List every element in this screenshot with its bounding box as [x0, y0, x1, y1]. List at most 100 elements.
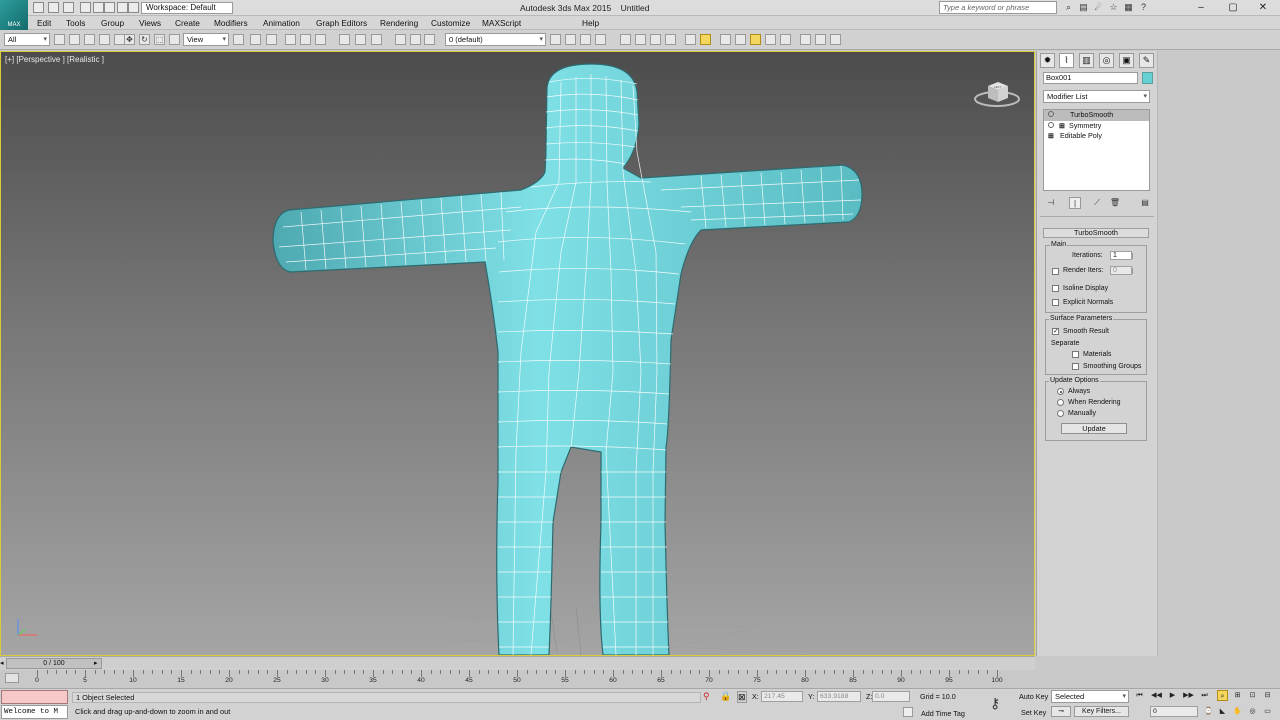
favorites-icon[interactable]: ☆	[1108, 2, 1119, 13]
set-keys-icon[interactable]: ⊸	[1051, 706, 1071, 717]
previous-frame-icon[interactable]: ◀◀	[1151, 690, 1162, 701]
current-frame-field[interactable]: 0	[1150, 706, 1198, 717]
select-link-icon[interactable]	[54, 34, 65, 45]
align-icon[interactable]	[395, 34, 406, 45]
zoom-all-icon[interactable]: ⊞	[1232, 690, 1243, 701]
play-icon[interactable]: ▶	[1167, 690, 1178, 701]
help-icon[interactable]: ?	[1138, 2, 1149, 13]
time-slider-left-arrow[interactable]: ◂	[0, 659, 4, 667]
hierarchy-tab-icon[interactable]: ▥	[1079, 53, 1094, 68]
redo-icon[interactable]	[104, 2, 115, 13]
pin-stack-icon[interactable]: ⊣	[1045, 197, 1057, 209]
maxscript-listener-top[interactable]	[1, 690, 68, 704]
percent-snap-icon[interactable]	[315, 34, 326, 45]
next-frame-icon[interactable]: ▶▶	[1183, 690, 1194, 701]
remove-modifier-icon[interactable]: 🗑	[1109, 197, 1121, 209]
undo-dropdown-icon[interactable]	[93, 2, 104, 13]
create-tab-icon[interactable]: ✹	[1040, 53, 1055, 68]
layer-manager-icon[interactable]	[410, 34, 421, 45]
iterations-spinner[interactable]: 1	[1110, 251, 1133, 260]
undo-icon[interactable]	[80, 2, 91, 13]
selection-tools-icon[interactable]	[750, 34, 761, 45]
smoothing-groups-checkbox[interactable]	[1072, 363, 1079, 370]
isoline-display-checkbox[interactable]	[1052, 285, 1059, 292]
communication-icon[interactable]: ☄	[1093, 2, 1104, 13]
orbit-icon[interactable]: ◎	[1247, 706, 1258, 717]
update-button[interactable]: Update	[1061, 423, 1127, 434]
manually-radio[interactable]	[1057, 410, 1064, 417]
stack-item-symmetry[interactable]: ⊞ Symmetry	[1044, 121, 1149, 132]
search-input[interactable]: Type a keyword or phrase	[939, 1, 1057, 14]
key-mode-dropdown[interactable]: Selected	[1051, 690, 1129, 703]
set-current-layer-icon[interactable]	[595, 34, 606, 45]
stack-item-editable-poly[interactable]: ⊞ Editable Poly	[1044, 131, 1149, 142]
go-to-start-icon[interactable]: ⏮	[1134, 690, 1145, 701]
open-file-icon[interactable]	[48, 2, 59, 13]
selection-lock-icon[interactable]: 🔒	[720, 691, 731, 703]
subscription-icon[interactable]: ▤	[1078, 2, 1089, 13]
utilities-tab-icon[interactable]: ✎	[1139, 53, 1154, 68]
lightbulb-icon[interactable]	[1048, 111, 1054, 117]
menu-views[interactable]: Views	[139, 17, 161, 29]
menu-rendering[interactable]: Rendering	[380, 17, 418, 29]
angle-snap-icon[interactable]	[300, 34, 311, 45]
mini-curve-editor-icon[interactable]	[5, 673, 19, 683]
snaps-toggle-icon[interactable]	[285, 34, 296, 45]
configure-modifier-sets-icon[interactable]: ▤	[1139, 197, 1151, 209]
project-folder-icon[interactable]	[128, 2, 139, 13]
object-paint-icon[interactable]	[765, 34, 776, 45]
always-radio[interactable]	[1057, 388, 1064, 395]
sign-in-icon[interactable]: ▦	[1123, 2, 1134, 13]
auto-key-button[interactable]: Auto Key	[1019, 692, 1048, 701]
menu-group[interactable]: Group	[101, 17, 124, 29]
maximize-viewport-icon[interactable]: ▭	[1262, 706, 1273, 717]
time-tag-icon[interactable]	[903, 707, 913, 717]
select-in-layer-icon[interactable]	[580, 34, 591, 45]
reference-coordinate-dropdown[interactable]: View	[183, 33, 229, 46]
add-time-tag-button[interactable]: Add Time Tag	[921, 709, 965, 718]
render-iters-spinner[interactable]: 0	[1110, 266, 1133, 275]
zoom-extents-all-icon[interactable]: ⊟	[1262, 690, 1273, 701]
pivot-center-icon[interactable]	[233, 34, 244, 45]
close-icon[interactable]: ✕	[1254, 1, 1272, 14]
populate-icon[interactable]	[780, 34, 791, 45]
material-editor-icon[interactable]	[650, 34, 661, 45]
x-coordinate-field[interactable]: 217.45	[761, 691, 803, 702]
workspace-dropdown[interactable]: Workspace: Default	[141, 2, 233, 14]
turbosmooth-rollout-title[interactable]: TurboSmooth	[1043, 228, 1149, 238]
perspective-viewport[interactable]: [+] [Perspective ] [Realistic ] LEFT	[0, 51, 1035, 656]
display-tab-icon[interactable]: ▣	[1119, 53, 1134, 68]
create-layer-icon[interactable]	[550, 34, 561, 45]
save-file-icon[interactable]	[63, 2, 74, 13]
add-to-layer-icon[interactable]	[565, 34, 576, 45]
scale-icon[interactable]: ⬚	[154, 34, 165, 45]
render-icon[interactable]	[815, 34, 826, 45]
object-color-swatch[interactable]	[1142, 72, 1153, 84]
character-mesh[interactable]	[1, 52, 1034, 655]
when-rendering-radio[interactable]	[1057, 399, 1064, 406]
menu-edit[interactable]: Edit	[37, 17, 51, 29]
motion-tab-icon[interactable]: ◎	[1099, 53, 1114, 68]
menu-maxscript[interactable]: MAXScript	[482, 17, 521, 29]
layer-visibility-icon[interactable]	[424, 34, 435, 45]
time-slider-right-arrow[interactable]: ▸	[94, 659, 98, 667]
layer-dropdown[interactable]: 0 (default)	[445, 33, 546, 46]
show-end-result-icon[interactable]: |	[1069, 197, 1081, 209]
named-selection-icon[interactable]	[355, 34, 366, 45]
expand-icon[interactable]: ⊞	[1058, 121, 1065, 130]
mirror-icon[interactable]	[371, 34, 382, 45]
go-to-end-icon[interactable]: ⏭	[1199, 690, 1210, 701]
key-filters-button[interactable]: Key Filters...	[1074, 706, 1129, 717]
render-setup-icon[interactable]	[665, 34, 676, 45]
keyboard-shortcut-icon[interactable]	[266, 34, 277, 45]
modifier-stack[interactable]: TurboSmooth ⊞ Symmetry ⊞ Editable Poly	[1043, 109, 1150, 191]
select-object-icon[interactable]	[84, 34, 95, 45]
stack-item-turbosmooth[interactable]: TurboSmooth	[1044, 110, 1149, 121]
set-key-button[interactable]: Set Key	[1021, 708, 1046, 717]
modify-tab-icon[interactable]: ⌇	[1059, 53, 1074, 68]
select-manipulate-icon[interactable]	[250, 34, 261, 45]
new-file-icon[interactable]	[33, 2, 44, 13]
explicit-normals-checkbox[interactable]	[1052, 299, 1059, 306]
time-slider-thumb[interactable]: 0 / 100	[6, 658, 102, 669]
place-icon[interactable]	[169, 34, 180, 45]
